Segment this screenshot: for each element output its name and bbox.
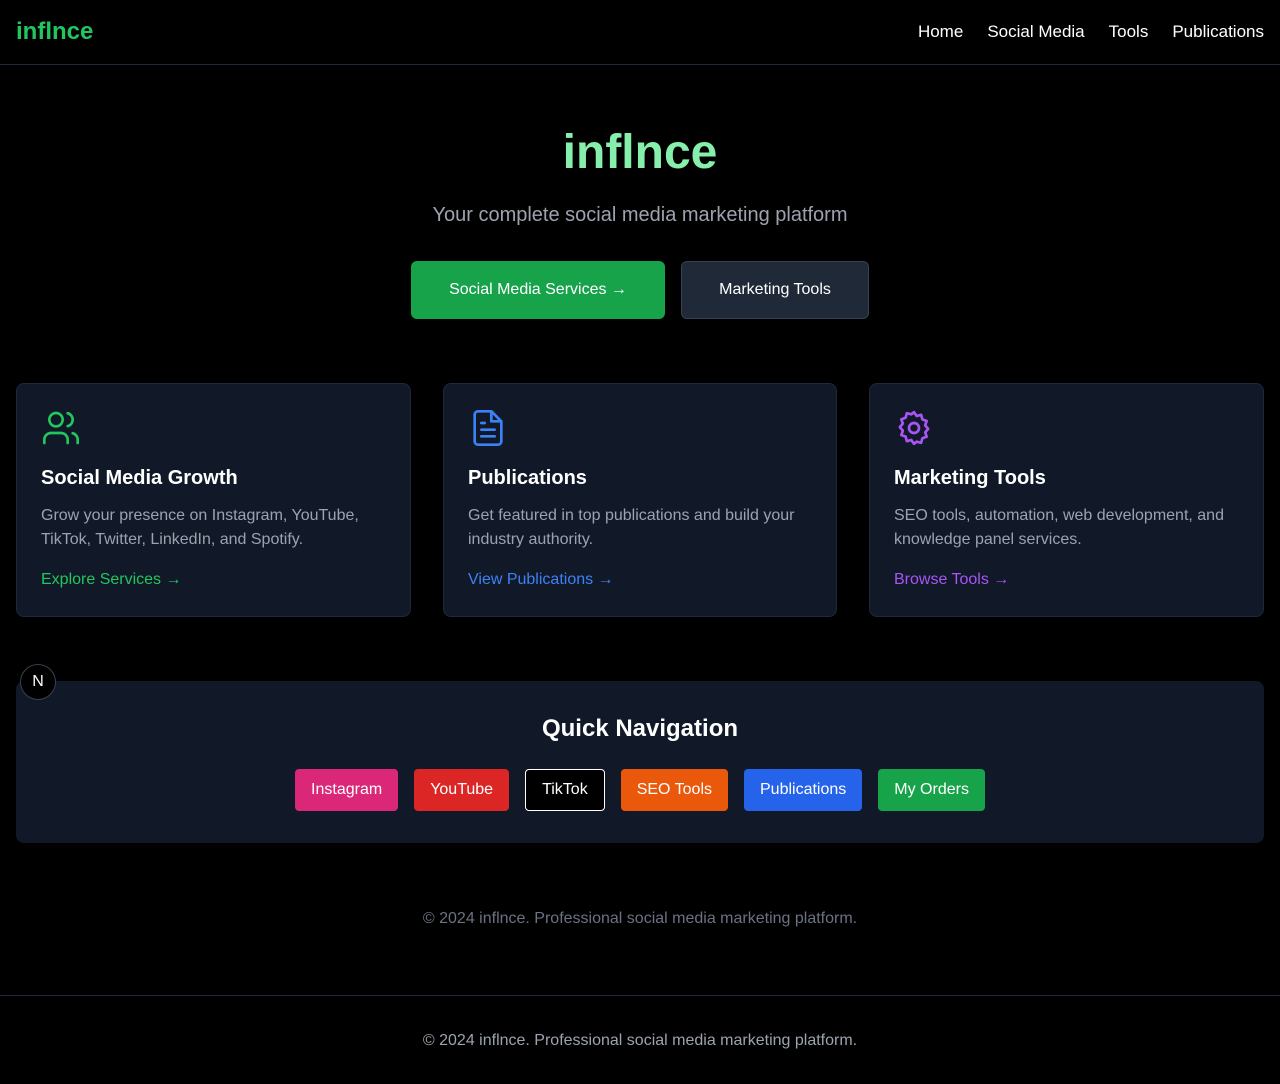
- quick-navigation-title: Quick Navigation: [541, 715, 739, 742]
- card-publications: Publications Get featured in top publica…: [443, 383, 837, 617]
- explore-services-link[interactable]: Explore Services →: [41, 569, 182, 591]
- brand-logo[interactable]: inflnce: [16, 16, 93, 48]
- copyright-text: © 2024 inflnce. Professional social medi…: [422, 910, 858, 927]
- quick-navigation-panel: Quick Navigation Instagram YouTube TikTo…: [16, 681, 1264, 843]
- users-icon: [43, 411, 79, 445]
- card-title: Marketing Tools: [894, 467, 1046, 489]
- hero-title: inflnce: [562, 126, 718, 179]
- card-description: SEO tools, automation, web development, …: [894, 507, 1224, 548]
- card-title: Publications: [468, 467, 587, 489]
- document-icon: [473, 410, 503, 446]
- footer: © 2024 inflnce. Professional social medi…: [0, 995, 1280, 1084]
- card-marketing-tools: Marketing Tools SEO tools, automation, w…: [869, 383, 1264, 617]
- instagram-button[interactable]: Instagram: [295, 769, 399, 811]
- social-media-services-button[interactable]: Social Media Services →: [411, 261, 665, 319]
- youtube-button[interactable]: YouTube: [414, 769, 510, 811]
- top-nav-bar: inflnce Home Social Media Tools Publicat…: [0, 0, 1280, 65]
- my-orders-button[interactable]: My Orders: [878, 769, 985, 811]
- marketing-tools-button[interactable]: Marketing Tools: [681, 261, 869, 319]
- tiktok-button[interactable]: TikTok: [525, 769, 605, 811]
- quick-navigation-buttons: Instagram YouTube TikTok SEO Tools Publi…: [16, 769, 1264, 811]
- n-logo-badge[interactable]: N: [20, 664, 56, 700]
- nav-tools[interactable]: Tools: [1109, 20, 1149, 44]
- nav-home[interactable]: Home: [918, 20, 963, 44]
- nav-social-media[interactable]: Social Media: [987, 20, 1084, 44]
- seo-tools-button[interactable]: SEO Tools: [620, 769, 728, 811]
- nav-publications[interactable]: Publications: [1172, 20, 1264, 44]
- main-nav: Home Social Media Tools Publications: [918, 20, 1264, 44]
- footer-copyright: © 2024 inflnce. Professional social medi…: [422, 1032, 858, 1049]
- browse-tools-link[interactable]: Browse Tools →: [894, 569, 1009, 591]
- card-description: Grow your presence on Instagram, YouTube…: [41, 507, 359, 548]
- card-title: Social Media Growth: [41, 467, 238, 489]
- hero-subtitle: Your complete social media marketing pla…: [432, 204, 848, 226]
- publications-button[interactable]: Publications: [744, 769, 863, 811]
- gear-icon: [898, 410, 930, 446]
- view-publications-link[interactable]: View Publications →: [468, 569, 614, 591]
- card-social-media-growth: Social Media Growth Grow your presence o…: [16, 383, 411, 617]
- card-description: Get featured in top publications and bui…: [468, 507, 795, 548]
